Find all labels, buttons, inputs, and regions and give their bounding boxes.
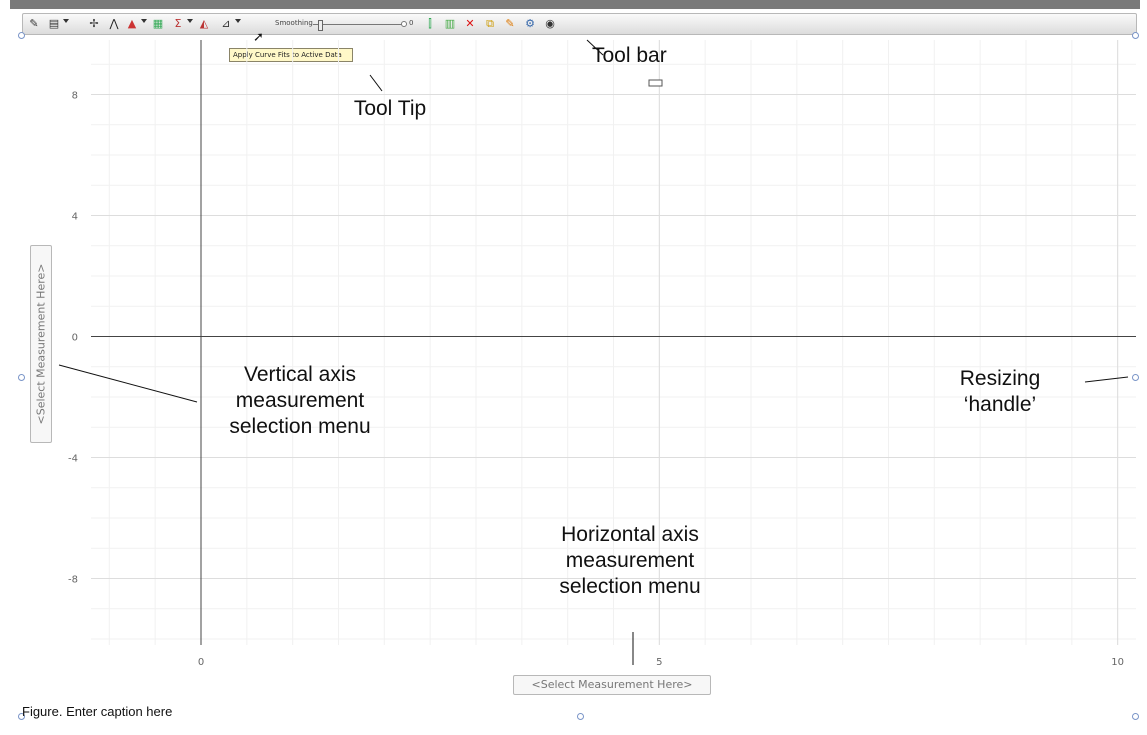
- annotation-tool-tip: Tool Tip: [353, 97, 427, 120]
- annotation-line: ‘handle’: [963, 393, 1037, 416]
- vertical-axis-menu-label: <Select Measurement Here>: [34, 263, 48, 425]
- figure-caption[interactable]: Figure. Enter caption here: [22, 704, 172, 719]
- annotation-line: measurement: [565, 549, 695, 572]
- resize-handle-bottom-right[interactable]: [1132, 713, 1139, 720]
- y-tick-label: -4: [68, 453, 78, 464]
- annotation-line: Vertical axis: [243, 363, 357, 386]
- annotation-tool-bar: Tool bar: [592, 44, 667, 67]
- y-tick-label: 0: [72, 332, 78, 343]
- annotation-line: selection menu: [559, 575, 701, 598]
- vertical-axis-measurement-menu[interactable]: <Select Measurement Here>: [30, 245, 52, 443]
- annotation-line: Horizontal axis: [561, 523, 699, 546]
- tooltip-callout-line: [369, 74, 383, 92]
- annotation-line: Resizing: [959, 367, 1041, 390]
- annotation-vertical-axis-menu: Vertical axis measurement selection menu: [190, 362, 410, 440]
- resize-handle-top-right[interactable]: [1132, 32, 1139, 39]
- y-tick-label: -8: [68, 574, 78, 585]
- annotation-line: measurement: [235, 389, 365, 412]
- resize-handle-top-left[interactable]: [18, 32, 25, 39]
- annotation-line: selection menu: [229, 415, 371, 438]
- handle-callout-line: [1084, 376, 1129, 383]
- resize-handle-left[interactable]: [18, 374, 25, 381]
- x-tick-label: 10: [1111, 657, 1124, 668]
- annotation-horizontal-axis-menu: Horizontal axis measurement selection me…: [520, 522, 740, 600]
- y-tick-label: 4: [72, 211, 78, 222]
- horizontal-axis-measurement-menu[interactable]: <Select Measurement Here>: [513, 675, 711, 695]
- y-tick-label: 8: [72, 90, 78, 101]
- x-tick-label: 5: [656, 657, 662, 668]
- data-point-marker: [648, 79, 663, 87]
- x-tick-label: 0: [198, 657, 204, 668]
- annotation-resizing-handle: Resizing ‘handle’: [935, 366, 1065, 418]
- resize-handle-bottom[interactable]: [577, 713, 584, 720]
- resize-handle-right[interactable]: [1132, 374, 1139, 381]
